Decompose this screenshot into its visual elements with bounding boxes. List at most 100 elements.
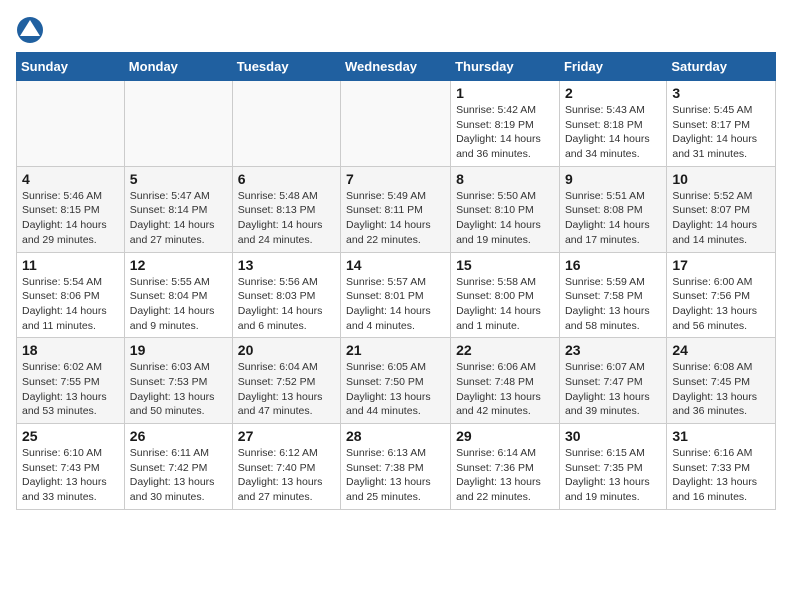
calendar-cell xyxy=(17,81,125,167)
calendar-cell: 16 Sunrise: 5:59 AM Sunset: 7:58 PM Dayli… xyxy=(559,252,666,338)
calendar-cell: 8 Sunrise: 5:50 AM Sunset: 8:10 PM Daylig… xyxy=(451,166,560,252)
day-number: 22 xyxy=(456,342,554,358)
calendar-cell: 22 Sunrise: 6:06 AM Sunset: 7:48 PM Dayli… xyxy=(451,338,560,424)
day-number: 9 xyxy=(565,171,661,187)
calendar-body: 1 Sunrise: 5:42 AM Sunset: 8:19 PM Daylig… xyxy=(17,81,776,510)
day-info: Sunrise: 6:08 AM Sunset: 7:45 PM Dayligh… xyxy=(672,360,770,419)
day-number: 8 xyxy=(456,171,554,187)
calendar-cell: 11 Sunrise: 5:54 AM Sunset: 8:06 PM Dayli… xyxy=(17,252,125,338)
day-number: 1 xyxy=(456,85,554,101)
day-info: Sunrise: 6:06 AM Sunset: 7:48 PM Dayligh… xyxy=(456,360,554,419)
day-number: 20 xyxy=(238,342,335,358)
day-info: Sunrise: 5:52 AM Sunset: 8:07 PM Dayligh… xyxy=(672,189,770,248)
day-info: Sunrise: 6:15 AM Sunset: 7:35 PM Dayligh… xyxy=(565,446,661,505)
day-number: 5 xyxy=(130,171,227,187)
day-info: Sunrise: 5:57 AM Sunset: 8:01 PM Dayligh… xyxy=(346,275,445,334)
day-info: Sunrise: 6:14 AM Sunset: 7:36 PM Dayligh… xyxy=(456,446,554,505)
day-of-week-header: Tuesday xyxy=(232,53,340,81)
calendar-cell: 13 Sunrise: 5:56 AM Sunset: 8:03 PM Dayli… xyxy=(232,252,340,338)
day-number: 29 xyxy=(456,428,554,444)
day-number: 15 xyxy=(456,257,554,273)
day-of-week-header: Monday xyxy=(124,53,232,81)
calendar-cell: 30 Sunrise: 6:15 AM Sunset: 7:35 PM Dayli… xyxy=(559,424,666,510)
day-of-week-header: Sunday xyxy=(17,53,125,81)
day-of-week-header: Saturday xyxy=(667,53,776,81)
day-number: 4 xyxy=(22,171,119,187)
day-info: Sunrise: 5:54 AM Sunset: 8:06 PM Dayligh… xyxy=(22,275,119,334)
day-info: Sunrise: 5:58 AM Sunset: 8:00 PM Dayligh… xyxy=(456,275,554,334)
day-info: Sunrise: 5:59 AM Sunset: 7:58 PM Dayligh… xyxy=(565,275,661,334)
day-info: Sunrise: 5:56 AM Sunset: 8:03 PM Dayligh… xyxy=(238,275,335,334)
day-info: Sunrise: 6:05 AM Sunset: 7:50 PM Dayligh… xyxy=(346,360,445,419)
day-info: Sunrise: 6:16 AM Sunset: 7:33 PM Dayligh… xyxy=(672,446,770,505)
day-number: 2 xyxy=(565,85,661,101)
day-info: Sunrise: 6:12 AM Sunset: 7:40 PM Dayligh… xyxy=(238,446,335,505)
calendar-week-row: 11 Sunrise: 5:54 AM Sunset: 8:06 PM Dayli… xyxy=(17,252,776,338)
day-info: Sunrise: 5:50 AM Sunset: 8:10 PM Dayligh… xyxy=(456,189,554,248)
calendar-cell: 31 Sunrise: 6:16 AM Sunset: 7:33 PM Dayli… xyxy=(667,424,776,510)
calendar-cell xyxy=(232,81,340,167)
day-info: Sunrise: 6:13 AM Sunset: 7:38 PM Dayligh… xyxy=(346,446,445,505)
logo-icon xyxy=(16,16,44,44)
day-number: 21 xyxy=(346,342,445,358)
day-of-week-header: Thursday xyxy=(451,53,560,81)
calendar-header: SundayMondayTuesdayWednesdayThursdayFrid… xyxy=(17,53,776,81)
day-number: 13 xyxy=(238,257,335,273)
day-info: Sunrise: 5:49 AM Sunset: 8:11 PM Dayligh… xyxy=(346,189,445,248)
day-number: 19 xyxy=(130,342,227,358)
day-info: Sunrise: 5:48 AM Sunset: 8:13 PM Dayligh… xyxy=(238,189,335,248)
day-info: Sunrise: 6:04 AM Sunset: 7:52 PM Dayligh… xyxy=(238,360,335,419)
calendar-cell: 6 Sunrise: 5:48 AM Sunset: 8:13 PM Daylig… xyxy=(232,166,340,252)
day-number: 14 xyxy=(346,257,445,273)
day-number: 24 xyxy=(672,342,770,358)
day-number: 6 xyxy=(238,171,335,187)
day-number: 16 xyxy=(565,257,661,273)
calendar-cell: 15 Sunrise: 5:58 AM Sunset: 8:00 PM Dayli… xyxy=(451,252,560,338)
day-info: Sunrise: 6:00 AM Sunset: 7:56 PM Dayligh… xyxy=(672,275,770,334)
calendar-cell: 9 Sunrise: 5:51 AM Sunset: 8:08 PM Daylig… xyxy=(559,166,666,252)
day-number: 7 xyxy=(346,171,445,187)
day-info: Sunrise: 6:07 AM Sunset: 7:47 PM Dayligh… xyxy=(565,360,661,419)
day-number: 11 xyxy=(22,257,119,273)
calendar-cell: 29 Sunrise: 6:14 AM Sunset: 7:36 PM Dayli… xyxy=(451,424,560,510)
day-info: Sunrise: 6:03 AM Sunset: 7:53 PM Dayligh… xyxy=(130,360,227,419)
day-info: Sunrise: 5:42 AM Sunset: 8:19 PM Dayligh… xyxy=(456,103,554,162)
calendar-cell: 25Sunrise: 6:10 AM Sunset: 7:43 PM Dayli… xyxy=(17,424,125,510)
calendar-cell: 17 Sunrise: 6:00 AM Sunset: 7:56 PM Dayli… xyxy=(667,252,776,338)
calendar-cell: 18Sunrise: 6:02 AM Sunset: 7:55 PM Dayli… xyxy=(17,338,125,424)
calendar-cell: 23Sunrise: 6:07 AM Sunset: 7:47 PM Dayli… xyxy=(559,338,666,424)
day-info: Sunrise: 5:46 AM Sunset: 8:15 PM Dayligh… xyxy=(22,189,119,248)
calendar-week-row: 18Sunrise: 6:02 AM Sunset: 7:55 PM Dayli… xyxy=(17,338,776,424)
day-info: Sunrise: 6:02 AM Sunset: 7:55 PM Dayligh… xyxy=(22,360,119,419)
day-number: 31 xyxy=(672,428,770,444)
calendar-week-row: 25Sunrise: 6:10 AM Sunset: 7:43 PM Dayli… xyxy=(17,424,776,510)
calendar-cell: 4 Sunrise: 5:46 AM Sunset: 8:15 PM Daylig… xyxy=(17,166,125,252)
calendar-cell: 3Sunrise: 5:45 AM Sunset: 8:17 PM Daylig… xyxy=(667,81,776,167)
calendar-cell: 14 Sunrise: 5:57 AM Sunset: 8:01 PM Dayli… xyxy=(341,252,451,338)
calendar-cell: 26Sunrise: 6:11 AM Sunset: 7:42 PM Dayli… xyxy=(124,424,232,510)
day-info: Sunrise: 6:11 AM Sunset: 7:42 PM Dayligh… xyxy=(130,446,227,505)
calendar-week-row: 1 Sunrise: 5:42 AM Sunset: 8:19 PM Daylig… xyxy=(17,81,776,167)
day-number: 30 xyxy=(565,428,661,444)
calendar-cell xyxy=(341,81,451,167)
calendar-table: SundayMondayTuesdayWednesdayThursdayFrid… xyxy=(16,52,776,510)
day-of-week-header: Wednesday xyxy=(341,53,451,81)
calendar-cell: 20 Sunrise: 6:04 AM Sunset: 7:52 PM Dayli… xyxy=(232,338,340,424)
day-info: Sunrise: 5:51 AM Sunset: 8:08 PM Dayligh… xyxy=(565,189,661,248)
header xyxy=(16,16,776,44)
calendar-cell: 28 Sunrise: 6:13 AM Sunset: 7:38 PM Dayli… xyxy=(341,424,451,510)
day-number: 3 xyxy=(672,85,770,101)
day-info: Sunrise: 5:55 AM Sunset: 8:04 PM Dayligh… xyxy=(130,275,227,334)
logo xyxy=(16,16,48,44)
calendar-cell: 2Sunrise: 5:43 AM Sunset: 8:18 PM Daylig… xyxy=(559,81,666,167)
calendar-cell: 21 Sunrise: 6:05 AM Sunset: 7:50 PM Dayli… xyxy=(341,338,451,424)
day-number: 28 xyxy=(346,428,445,444)
day-number: 17 xyxy=(672,257,770,273)
calendar-cell: 12Sunrise: 5:55 AM Sunset: 8:04 PM Dayli… xyxy=(124,252,232,338)
calendar-cell: 10 Sunrise: 5:52 AM Sunset: 8:07 PM Dayli… xyxy=(667,166,776,252)
days-of-week-row: SundayMondayTuesdayWednesdayThursdayFrid… xyxy=(17,53,776,81)
calendar-cell: 7 Sunrise: 5:49 AM Sunset: 8:11 PM Daylig… xyxy=(341,166,451,252)
day-info: Sunrise: 6:10 AM Sunset: 7:43 PM Dayligh… xyxy=(22,446,119,505)
day-number: 10 xyxy=(672,171,770,187)
day-info: Sunrise: 5:47 AM Sunset: 8:14 PM Dayligh… xyxy=(130,189,227,248)
